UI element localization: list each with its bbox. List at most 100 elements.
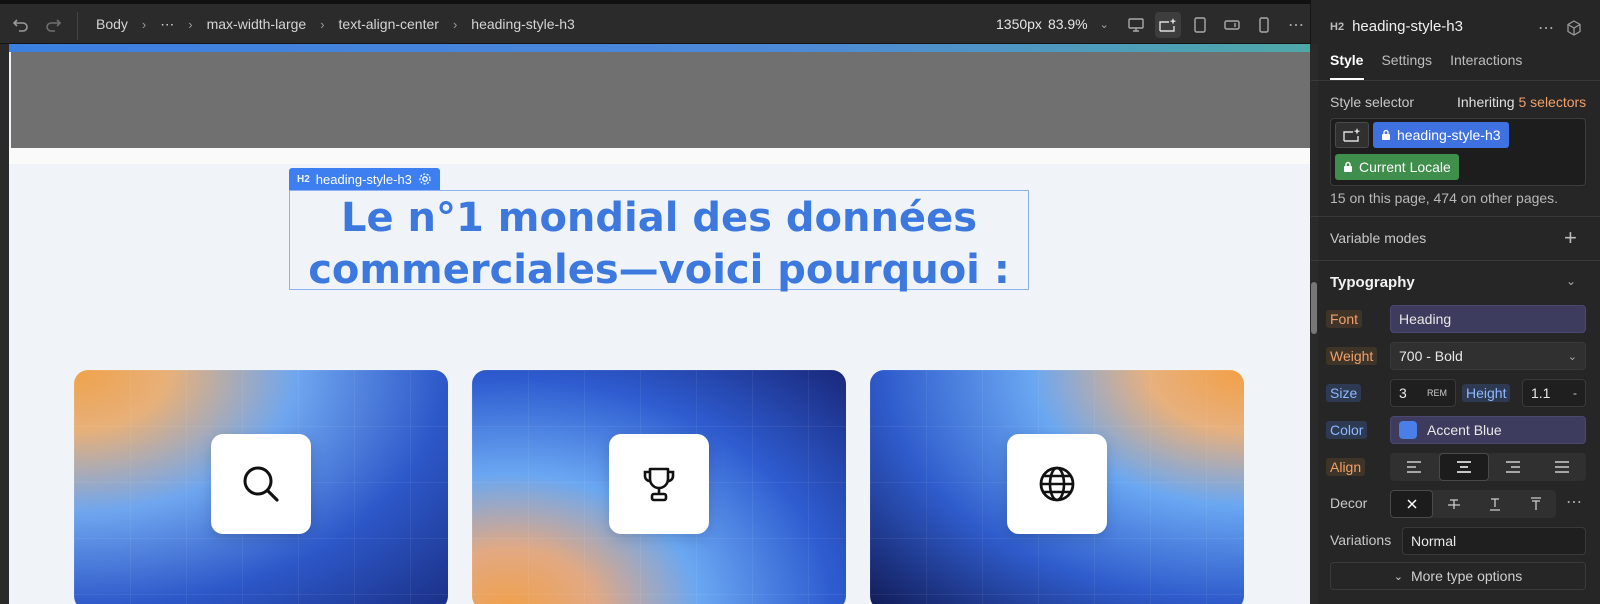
variable-modes-label: Variable modes xyxy=(1330,230,1427,246)
design-canvas[interactable]: H2 heading-style-h3 Le n°1 mondial des d… xyxy=(0,44,1310,604)
color-swatch xyxy=(1399,421,1417,439)
tab-settings[interactable]: Settings xyxy=(1381,52,1432,68)
decor-overline-button[interactable] xyxy=(1515,490,1556,518)
weight-select[interactable]: 700 - Bold ⌄ xyxy=(1390,342,1586,370)
align-justify-button[interactable] xyxy=(1538,453,1587,481)
panel-tabs: Style Settings Interactions xyxy=(1330,52,1522,68)
undo-button[interactable] xyxy=(8,12,34,38)
grey-section[interactable] xyxy=(11,52,1310,148)
align-right-icon xyxy=(1506,461,1521,473)
font-label: Font xyxy=(1326,310,1363,328)
gear-icon[interactable] xyxy=(418,172,432,186)
redo-icon xyxy=(46,19,62,32)
heading-line-1: Le n°1 mondial des données xyxy=(340,195,977,241)
decor-label: Decor xyxy=(1330,495,1368,511)
card-icon-tile xyxy=(211,434,311,534)
breakpoint-selector-chip[interactable] xyxy=(1335,122,1369,148)
strikethrough-icon xyxy=(1447,499,1460,509)
chevron-down-icon: ⌄ xyxy=(1099,18,1109,31)
text-decoration-control xyxy=(1390,490,1556,518)
height-value: 1.1 xyxy=(1531,385,1551,401)
canvas-gutter xyxy=(0,44,9,604)
decor-more-icon[interactable]: ⋯ xyxy=(1566,492,1582,512)
breadcrumb-item-current[interactable]: heading-style-h3 xyxy=(471,16,575,32)
typography-title[interactable]: Typography xyxy=(1330,274,1415,291)
chevron-right-icon: › xyxy=(141,16,147,32)
chevron-right-icon: › xyxy=(452,16,458,32)
variations-label: Variations xyxy=(1330,532,1392,548)
breadcrumb-item[interactable]: ⋯ xyxy=(160,16,174,33)
element-name: heading-style-h3 xyxy=(1352,18,1463,35)
panel-divider xyxy=(1311,260,1600,261)
selected-element-tag[interactable]: H2 heading-style-h3 xyxy=(289,168,440,190)
panel-more-icon[interactable]: ⋯ xyxy=(1538,18,1554,38)
toolbar-divider xyxy=(77,12,78,40)
breadcrumb-item[interactable]: Body xyxy=(96,16,128,32)
align-center-button[interactable] xyxy=(1438,453,1489,481)
class-selector-name: heading-style-h3 xyxy=(1397,127,1501,143)
feature-card[interactable] xyxy=(74,370,448,604)
page-heading[interactable]: Le n°1 mondial des données commerciales—… xyxy=(289,190,1029,296)
inheriting-info[interactable]: Inheriting 5 selectors xyxy=(1457,94,1586,110)
color-label: Color xyxy=(1326,421,1368,439)
locale-selector-chip[interactable]: Current Locale xyxy=(1335,154,1459,180)
mobile-landscape-breakpoint-button[interactable] xyxy=(1219,12,1245,38)
breadcrumb-item[interactable]: text-align-center xyxy=(339,16,439,32)
desktop-icon xyxy=(1128,18,1144,32)
variations-select[interactable]: Normal xyxy=(1402,527,1586,555)
size-input[interactable]: 3 REM xyxy=(1390,379,1456,407)
size-unit[interactable]: REM xyxy=(1427,388,1447,398)
inheriting-count[interactable]: 5 selectors xyxy=(1518,94,1586,110)
overline-icon xyxy=(1530,497,1541,510)
font-select[interactable]: Heading xyxy=(1390,305,1586,333)
size-label: Size xyxy=(1326,384,1362,402)
tab-interactions[interactable]: Interactions xyxy=(1450,52,1522,68)
more-options-icon[interactable]: ⋯ xyxy=(1283,12,1309,38)
align-label: Align xyxy=(1326,458,1366,476)
heading-line-2: commerciales—voici pourquoi : xyxy=(308,247,1010,293)
align-center-icon xyxy=(1456,461,1471,473)
zoom-level: 83.9% xyxy=(1047,16,1088,32)
top-toolbar: Body › ⋯ › max-width-large › text-align-… xyxy=(0,0,1310,44)
tablet-breakpoint-button[interactable] xyxy=(1187,12,1213,38)
line-height-input[interactable]: 1.1 - xyxy=(1522,379,1586,407)
close-icon xyxy=(1406,499,1417,509)
decor-none-button[interactable] xyxy=(1390,490,1433,518)
color-value: Accent Blue xyxy=(1427,422,1502,438)
feature-card[interactable] xyxy=(472,370,846,604)
height-unit[interactable]: - xyxy=(1573,386,1577,400)
decor-strikethrough-button[interactable] xyxy=(1433,490,1474,518)
decor-underline-button[interactable] xyxy=(1474,490,1515,518)
align-left-button[interactable] xyxy=(1390,453,1439,481)
more-type-options-button[interactable]: ⌄ More type options xyxy=(1330,562,1586,590)
redo-button[interactable] xyxy=(40,12,66,38)
breakpoint-star-icon xyxy=(1343,128,1361,142)
tab-style[interactable]: Style xyxy=(1330,52,1363,68)
viewport-width: 1350px xyxy=(996,16,1042,32)
underline-icon xyxy=(1489,498,1500,511)
trophy-icon xyxy=(643,467,675,502)
more-type-options-label: More type options xyxy=(1410,568,1523,584)
color-select[interactable]: Accent Blue xyxy=(1390,416,1586,444)
element-class-label: heading-style-h3 xyxy=(315,171,412,187)
lock-icon xyxy=(1344,161,1352,172)
weight-label: Weight xyxy=(1326,347,1378,365)
mobile-portrait-breakpoint-button[interactable] xyxy=(1251,12,1277,38)
base-breakpoint-button[interactable] xyxy=(1155,12,1181,38)
feature-card[interactable] xyxy=(870,370,1244,604)
undo-icon xyxy=(12,19,28,32)
class-selector-chip[interactable]: heading-style-h3 xyxy=(1373,122,1509,148)
align-right-button[interactable] xyxy=(1489,453,1538,481)
element-type-badge: H2 xyxy=(297,173,310,185)
chevron-down-icon: ⌄ xyxy=(1567,350,1577,363)
component-icon[interactable] xyxy=(1566,20,1582,36)
add-variable-mode-icon[interactable]: + xyxy=(1564,225,1577,251)
canvas-scrollbar-thumb[interactable] xyxy=(1311,282,1317,334)
viewport-size-dropdown[interactable]: 1350px 83.9% ⌄ xyxy=(996,4,1109,44)
weight-value: 700 - Bold xyxy=(1399,348,1463,364)
align-left-icon xyxy=(1407,461,1422,473)
breadcrumb-item[interactable]: max-width-large xyxy=(207,16,307,32)
desktop-breakpoint-button[interactable] xyxy=(1123,12,1149,38)
panel-divider xyxy=(1311,216,1600,217)
chevron-down-icon[interactable]: ⌄ xyxy=(1566,274,1576,288)
